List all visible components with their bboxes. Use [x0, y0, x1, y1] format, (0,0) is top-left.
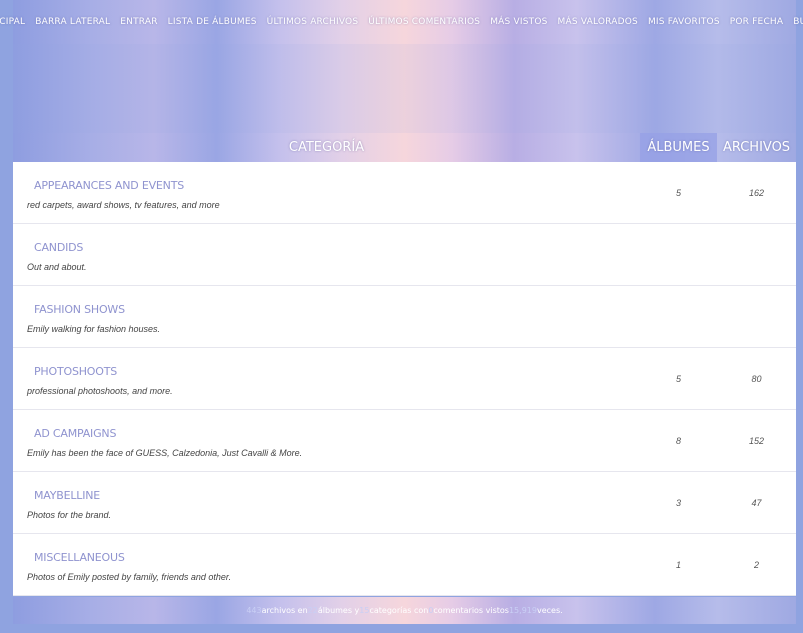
albums-count: 3	[675, 497, 681, 508]
files-count: 47	[751, 497, 762, 508]
albums-count: 1	[675, 559, 681, 570]
nav-principal[interactable]: PRINCIPAL	[0, 17, 30, 27]
nav-por-fecha[interactable]: POR FECHA	[725, 17, 789, 27]
albums-count: 5	[675, 373, 681, 384]
table-row: PHOTOSHOOTS professional photoshoots, an…	[13, 348, 796, 410]
table-row: APPEARANCES AND EVENTS red carpets, awar…	[13, 162, 796, 224]
stat-views-count: 15,919	[508, 606, 537, 615]
files-count: 162	[748, 187, 765, 198]
table-row: MISCELLANEOUS Photos of Emily posted by …	[13, 534, 796, 596]
table-row: MAYBELLINE Photos for the brand. 3 47	[13, 472, 796, 534]
nav-mis-favoritos[interactable]: MIS FAVORITOS	[643, 17, 725, 27]
header-files: ARCHIVOS	[722, 140, 791, 155]
stat-text: categorías con	[369, 606, 429, 615]
table-header: CATEGORÍA ÁLBUMES ARCHIVOS	[13, 133, 796, 162]
stat-text: comentarios vistos	[433, 606, 509, 615]
category-description: Emily walking for fashion houses.	[27, 324, 161, 334]
stat-text: veces.	[536, 606, 563, 615]
stat-text: álbumes y	[317, 606, 360, 615]
nav-mas-valorados[interactable]: MÁS VALORADOS	[553, 17, 643, 27]
category-description: Photos for the brand.	[27, 510, 112, 520]
albums-count	[640, 286, 717, 347]
header-albums: ÁLBUMES	[640, 133, 717, 162]
category-link[interactable]: FASHION SHOWS	[34, 303, 125, 316]
top-navigation: PRINCIPAL BARRA LATERAL ENTRAR LISTA DE …	[0, 0, 803, 44]
albums-count: 5	[675, 187, 681, 198]
table-row: FASHION SHOWS Emily walking for fashion …	[13, 286, 796, 348]
header-banner	[13, 44, 796, 133]
category-link[interactable]: MAYBELLINE	[34, 489, 100, 502]
albums-count	[640, 224, 717, 285]
category-description: Emily has been the face of GUESS, Calzed…	[27, 448, 303, 458]
stat-files-count: 443	[246, 606, 262, 615]
files-count	[717, 286, 796, 347]
category-link[interactable]: MISCELLANEOUS	[34, 551, 125, 564]
nav-lista-albumes[interactable]: LISTA DE ÁLBUMES	[163, 17, 262, 27]
nav-buscar[interactable]: BUSCAR	[788, 17, 803, 27]
category-link[interactable]: PHOTOSHOOTS	[34, 365, 117, 378]
category-description: professional photoshoots, and more.	[27, 386, 173, 396]
albums-count: 8	[675, 435, 681, 446]
category-description: Out and about.	[27, 262, 87, 272]
category-table: CATEGORÍA ÁLBUMES ARCHIVOS APPEARANCES A…	[13, 133, 796, 596]
nav-entrar[interactable]: ENTRAR	[115, 17, 162, 27]
table-row: AD CAMPAIGNS Emily has been the face of …	[13, 410, 796, 472]
stat-categories-count: 15	[359, 606, 370, 615]
stats-footer: 443 archivos en 22 álbumes y 15 categorí…	[13, 597, 796, 624]
category-link[interactable]: AD CAMPAIGNS	[34, 427, 116, 440]
files-count: 80	[751, 373, 762, 384]
files-count: 2	[753, 559, 759, 570]
category-link[interactable]: APPEARANCES AND EVENTS	[34, 179, 184, 192]
category-cell: MAYBELLINE Photos for the brand.	[13, 472, 640, 533]
files-count: 152	[748, 435, 765, 446]
stat-text: archivos en	[261, 606, 308, 615]
nav-barra-lateral[interactable]: BARRA LATERAL	[30, 17, 115, 27]
category-description: Photos of Emily posted by family, friend…	[27, 572, 232, 582]
nav-ultimos-comentarios[interactable]: ÚLTIMOS COMENTARIOS	[363, 17, 485, 27]
nav-ultimos-archivos[interactable]: ÚLTIMOS ARCHIVOS	[262, 17, 364, 27]
category-link[interactable]: CANDIDS	[34, 241, 83, 254]
category-cell: CANDIDS Out and about.	[13, 224, 640, 285]
category-cell: PHOTOSHOOTS professional photoshoots, an…	[13, 348, 640, 409]
category-cell: FASHION SHOWS Emily walking for fashion …	[13, 286, 640, 347]
category-cell: MISCELLANEOUS Photos of Emily posted by …	[13, 534, 640, 595]
category-description: red carpets, award shows, tv features, a…	[27, 200, 220, 210]
category-cell: APPEARANCES AND EVENTS red carpets, awar…	[13, 162, 640, 223]
stat-albums-count: 22	[307, 606, 318, 615]
table-row: CANDIDS Out and about.	[13, 224, 796, 286]
header-category: CATEGORÍA	[288, 140, 365, 155]
nav-mas-vistos[interactable]: MÁS VISTOS	[485, 17, 552, 27]
category-cell: AD CAMPAIGNS Emily has been the face of …	[13, 410, 640, 471]
files-count	[717, 224, 796, 285]
